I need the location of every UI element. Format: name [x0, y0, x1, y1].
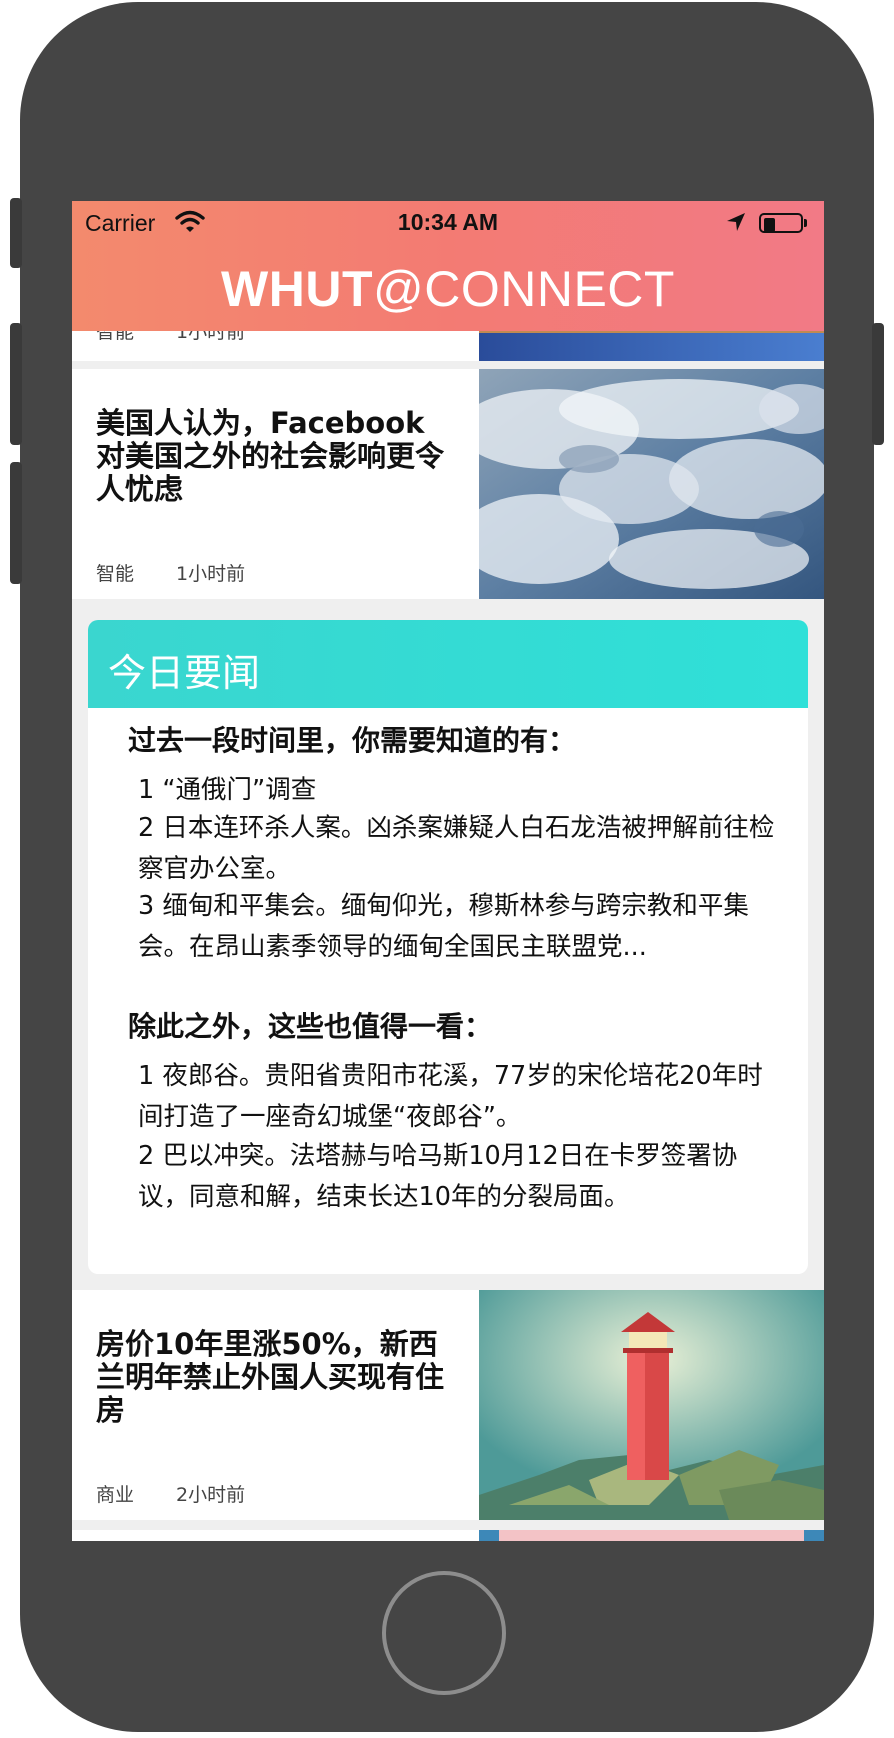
home-button[interactable]	[382, 1571, 506, 1695]
app-title-rest: @CONNECT	[372, 261, 675, 317]
mute-switch	[10, 198, 22, 268]
digest-item: 1 “通俄门”调查	[138, 775, 317, 805]
app-screen: Carrier 10:34 AM WHUT@CONNECT 智能 1小时前 美国…	[72, 201, 824, 1541]
news-card[interactable]: 美国人认为，Facebook对美国之外的社会影响更令人忧虑 智能 1小时前	[72, 369, 824, 599]
news-thumbnail	[479, 1290, 824, 1520]
news-card[interactable]: 房价10年里涨50%，新西兰明年禁止外国人买现有住房 商业 2小时前	[72, 1290, 824, 1520]
digest-item: 2 日本连环杀人案。凶杀案嫌疑人白石龙浩被押解前往检察官办公室。	[138, 813, 775, 884]
news-meta: 商业 2小时前	[96, 1480, 287, 1507]
news-title: 房价10年里涨50%，新西兰明年禁止外国人买现有住房	[96, 1327, 445, 1427]
status-bar: Carrier 10:34 AM	[72, 201, 824, 245]
lighthouse-image	[479, 1290, 824, 1520]
app-header: Carrier 10:34 AM WHUT@CONNECT	[72, 201, 824, 331]
volume-down-button	[10, 462, 22, 584]
location-arrow-icon	[727, 213, 745, 231]
battery-icon	[759, 213, 809, 235]
digest-item: 2 巴以冲突。法塔赫与哈马斯10月12日在卡罗签署协议，同意和解，结束长达10年…	[138, 1141, 738, 1212]
news-category: 商业	[96, 1484, 135, 1506]
digest-item: 1 夜郎谷。贵阳省贵阳市花溪，77岁的宋伦培花20年时间打造了一座奇幻城堡“夜郎…	[138, 1061, 763, 1132]
volume-up-button	[10, 323, 22, 445]
app-title: WHUT@CONNECT	[72, 259, 824, 319]
news-thumbnail	[479, 1530, 824, 1541]
digest-section-heading: 过去一段时间里，你需要知道的有：	[128, 724, 577, 757]
power-button	[872, 323, 884, 445]
earth-clouds-image	[479, 369, 824, 599]
news-time: 1小时前	[176, 563, 246, 585]
digest-section-heading: 除此之外，这些也值得一看：	[128, 1010, 493, 1043]
clock: 10:34 AM	[397, 209, 499, 235]
news-category: 智能	[96, 563, 135, 585]
news-meta: 智能 1小时前	[96, 559, 287, 586]
app-title-bold: WHUT	[221, 261, 373, 317]
digest-title: 今日要闻	[108, 651, 261, 695]
news-thumbnail	[479, 369, 824, 599]
digest-item: 3 缅甸和平集会。缅甸仰光，穆斯林参与跨宗教和平集会。在昂山素季领导的缅甸全国民…	[138, 891, 749, 962]
daily-digest-card[interactable]: 今日要闻 过去一段时间里，你需要知道的有： 1 “通俄门”调查 2 日本连环杀人…	[88, 620, 808, 1274]
news-title: 美国人认为，Facebook对美国之外的社会影响更令人忧虑	[96, 406, 445, 506]
news-time: 2小时前	[176, 1484, 246, 1506]
news-card-next[interactable]	[72, 1530, 824, 1541]
digest-header: 今日要闻	[88, 620, 808, 708]
next-article-image	[479, 1530, 824, 1541]
